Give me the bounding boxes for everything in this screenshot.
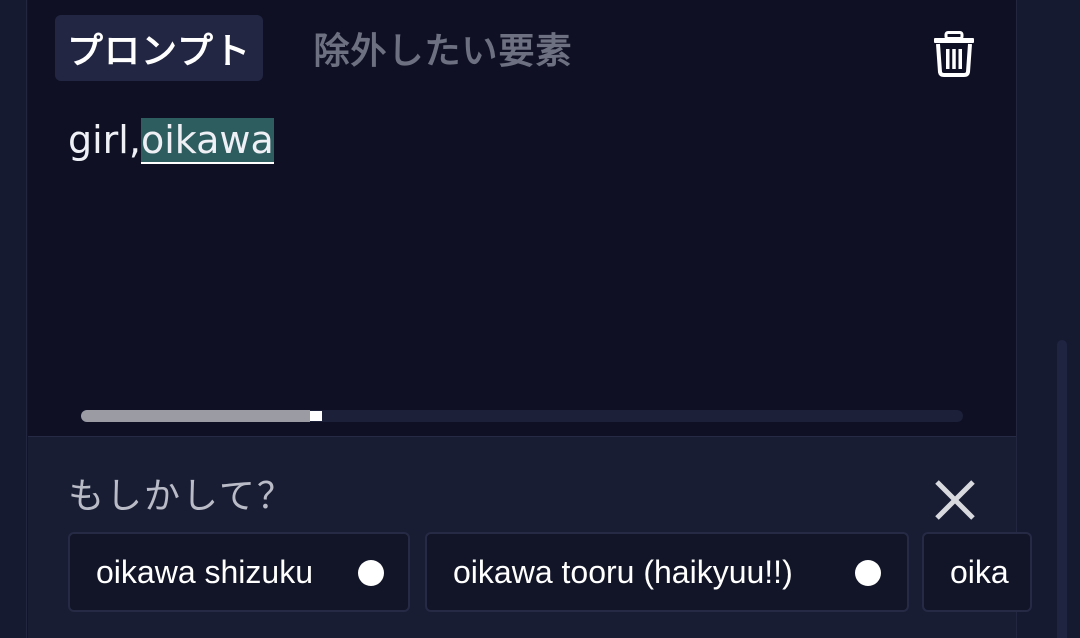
- suggestion-chip-label: oika: [950, 553, 1009, 590]
- suggestion-chip-label: oikawa shizuku: [96, 553, 313, 590]
- suggestion-panel: もしかして？ oikawa shizuku oikawa tooru (haik…: [28, 436, 1032, 638]
- suggestion-title: もしかして？: [68, 476, 295, 517]
- prompt-textarea[interactable]: girl,oikawa: [68, 112, 274, 168]
- close-suggestions-button[interactable]: [928, 473, 982, 527]
- clear-prompt-button[interactable]: [928, 28, 980, 80]
- scrollbar-thumb[interactable]: [81, 410, 311, 422]
- prompt-horizontal-scrollbar[interactable]: [81, 410, 963, 422]
- suggestion-chip[interactable]: oika: [922, 532, 1032, 612]
- tab-negative-prompt[interactable]: 除外したい要素: [298, 15, 588, 81]
- dot-icon: [855, 560, 881, 586]
- suggestion-chip[interactable]: oikawa shizuku: [68, 532, 410, 612]
- tab-prompt[interactable]: プロンプト: [55, 15, 263, 81]
- page-scrollbar[interactable]: [1057, 340, 1067, 638]
- scrollbar-caret: [310, 411, 323, 421]
- dot-icon: [358, 560, 384, 586]
- suggestion-chip[interactable]: oikawa tooru (haikyuu!!): [425, 532, 909, 612]
- app-screen: プロンプト 除外したい要素 girl,oikawa もしかして？ oikawa …: [0, 0, 1080, 638]
- suggestion-chip-label: oikawa tooru (haikyuu!!): [453, 553, 793, 590]
- prompt-editor-panel: プロンプト 除外したい要素 girl,oikawa: [28, 0, 1016, 436]
- prompt-text-highlight: oikawa: [140, 118, 274, 164]
- close-icon: [935, 480, 975, 520]
- prompt-text-prefix: girl,: [68, 118, 141, 162]
- left-gutter: [0, 0, 27, 638]
- trash-icon: [934, 31, 974, 77]
